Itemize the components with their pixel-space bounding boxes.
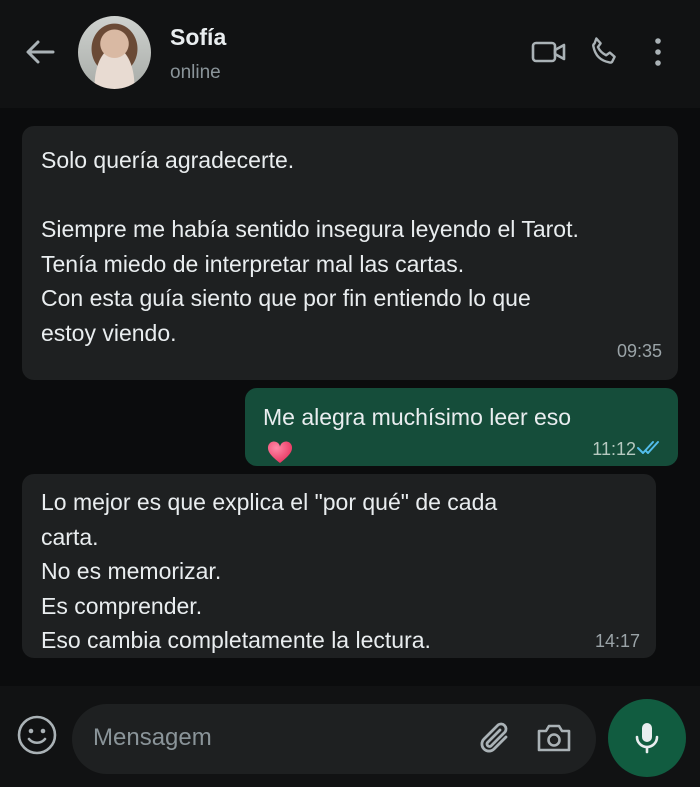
video-call-icon[interactable]	[528, 34, 570, 70]
message-time: 09:35	[616, 340, 662, 361]
more-menu-icon[interactable]	[646, 32, 670, 72]
chat-header: Sofía online	[0, 0, 700, 108]
contact-name[interactable]: Sofía	[170, 24, 226, 51]
message-line: estoy viendo.	[41, 319, 177, 346]
message-line: Siempre me había sentido insegura leyend…	[41, 216, 579, 242]
message-line: Lo mejor es que explica el "por qué" de …	[41, 489, 498, 515]
heart-emoji-icon	[267, 440, 293, 464]
message-input-placeholder: Mensagem	[93, 724, 212, 751]
phone-call-icon[interactable]	[584, 32, 624, 72]
emoji-icon[interactable]	[16, 714, 58, 756]
message-time: 11:12	[592, 439, 636, 459]
camera-icon[interactable]	[534, 720, 576, 758]
message-bubble-incoming[interactable]: Lo mejor es que explica el "por qué" de …	[22, 474, 656, 658]
message-line: Tenía miedo de interpretar mal las carta…	[41, 250, 465, 277]
message-line: Me alegra muchísimo leer eso	[263, 404, 572, 430]
microphone-icon	[635, 723, 659, 754]
contact-status: online	[170, 62, 221, 83]
message-line	[41, 178, 678, 213]
avatar[interactable]	[78, 16, 151, 89]
message-bubble-outgoing[interactable]: Me alegra muchísimo leer eso 11:12	[245, 388, 678, 466]
message-line: Con esta guía siento que por fin entiend…	[41, 285, 531, 311]
message-line: Eso cambia completamente la lectura.	[41, 627, 431, 653]
microphone-button[interactable]	[608, 699, 686, 777]
read-receipt-icon	[636, 432, 662, 454]
back-arrow-icon[interactable]	[22, 34, 58, 70]
message-time: 14:17	[594, 631, 640, 651]
message-line: carta.	[41, 523, 99, 550]
paperclip-icon[interactable]	[476, 718, 516, 760]
message-line: Solo quería agradecerte.	[41, 147, 295, 173]
message-line: Es comprender.	[41, 592, 203, 619]
message-line: No es memorizar.	[41, 558, 222, 584]
message-bubble-incoming[interactable]: Solo quería agradecerte. Siempre me habí…	[22, 126, 678, 380]
